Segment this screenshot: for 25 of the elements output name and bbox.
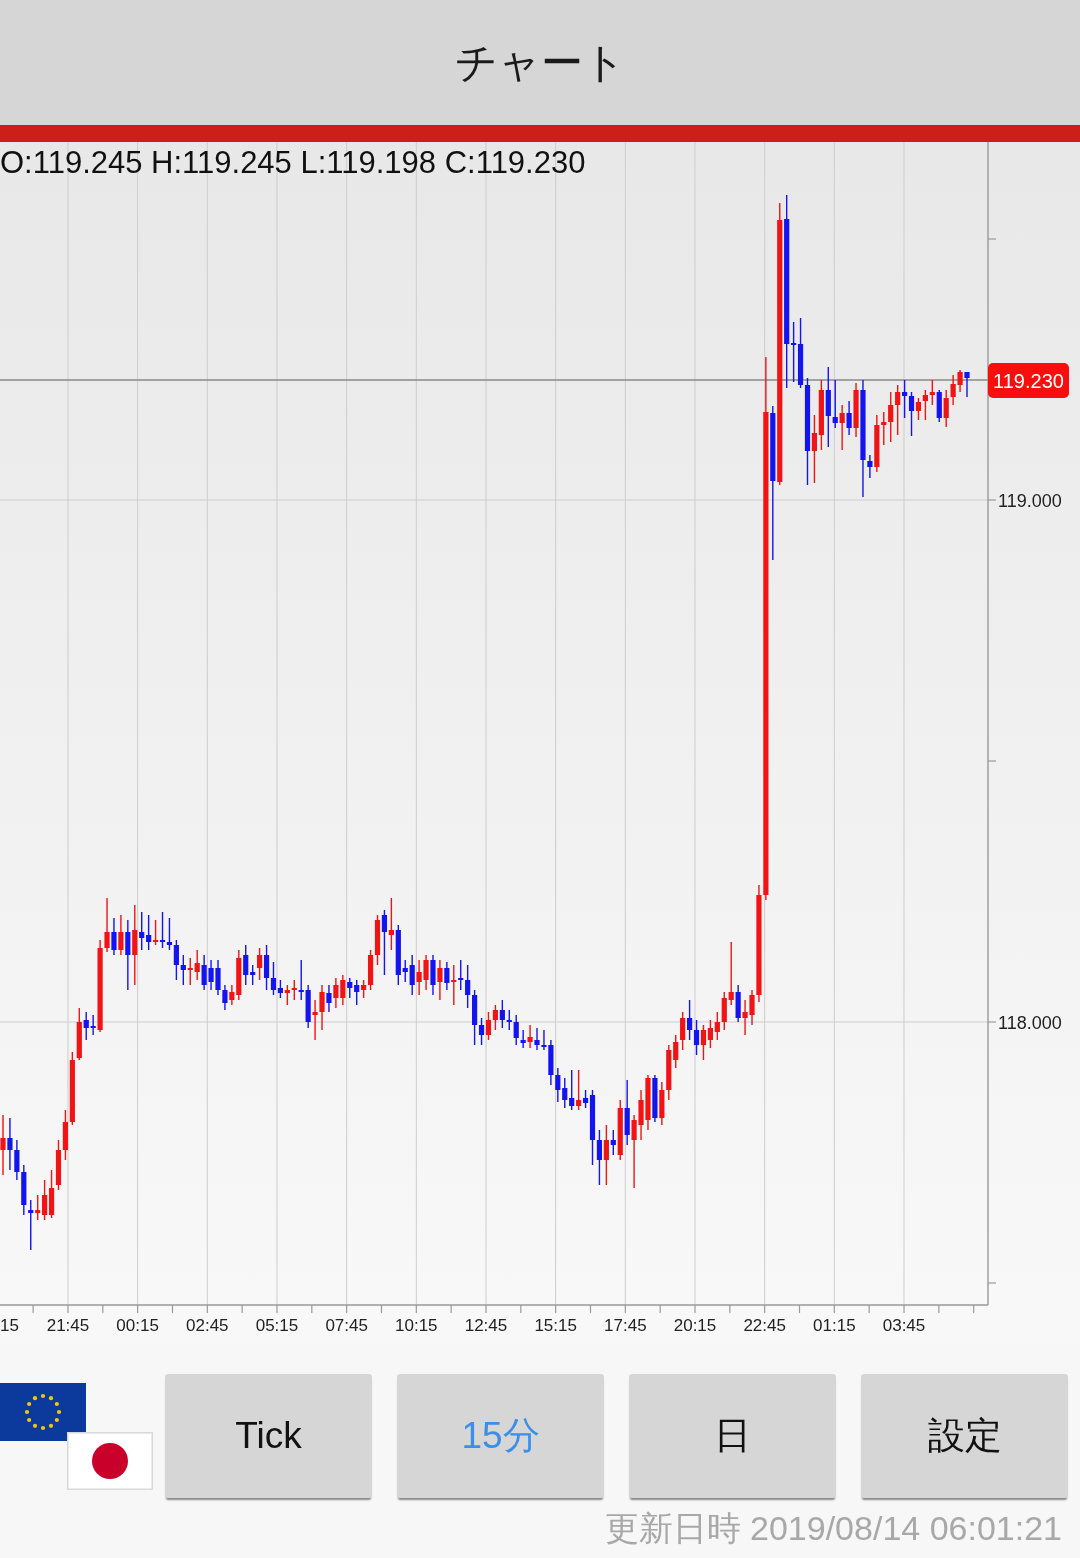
price-axis-label: 118.000 <box>998 1013 1062 1033</box>
time-axis-label: 22:45 <box>743 1316 786 1335</box>
time-axis-label: 00:15 <box>116 1316 159 1335</box>
settings-button[interactable]: 設定 <box>861 1374 1068 1498</box>
current-price-tag: 119.230 <box>988 363 1069 398</box>
time-axis-label: 01:15 <box>813 1316 856 1335</box>
time-axis-label: 02:45 <box>186 1316 229 1335</box>
time-axis-label: 12:45 <box>464 1316 508 1335</box>
time-axis-label: 20:15 <box>673 1316 717 1335</box>
period-button[interactable]: Tick <box>165 1374 372 1498</box>
time-axis-label: 07:45 <box>325 1316 368 1335</box>
period-button[interactable]: 日 <box>629 1374 836 1498</box>
time-axis-label: 15 <box>0 1316 19 1335</box>
japan-flag-icon <box>67 1432 153 1490</box>
time-axis-label: 17:45 <box>604 1316 647 1335</box>
eu-flag-icon <box>0 1383 86 1441</box>
ohlc-readout: O:119.245 H:119.245 L:119.198 C:119.230 <box>0 145 586 180</box>
price-axis-label: 119.000 <box>998 491 1062 511</box>
time-axis-label: 15:15 <box>534 1316 577 1335</box>
screen-title: チャート <box>454 37 626 88</box>
time-axis-label: 03:45 <box>882 1316 926 1335</box>
time-axis-label: 05:15 <box>255 1316 299 1335</box>
time-axis-label: 10:15 <box>395 1316 438 1335</box>
time-axis-label: 21:45 <box>46 1316 90 1335</box>
updated-timestamp: 更新日時 2019/08/14 06:01:21 <box>604 1508 1062 1548</box>
